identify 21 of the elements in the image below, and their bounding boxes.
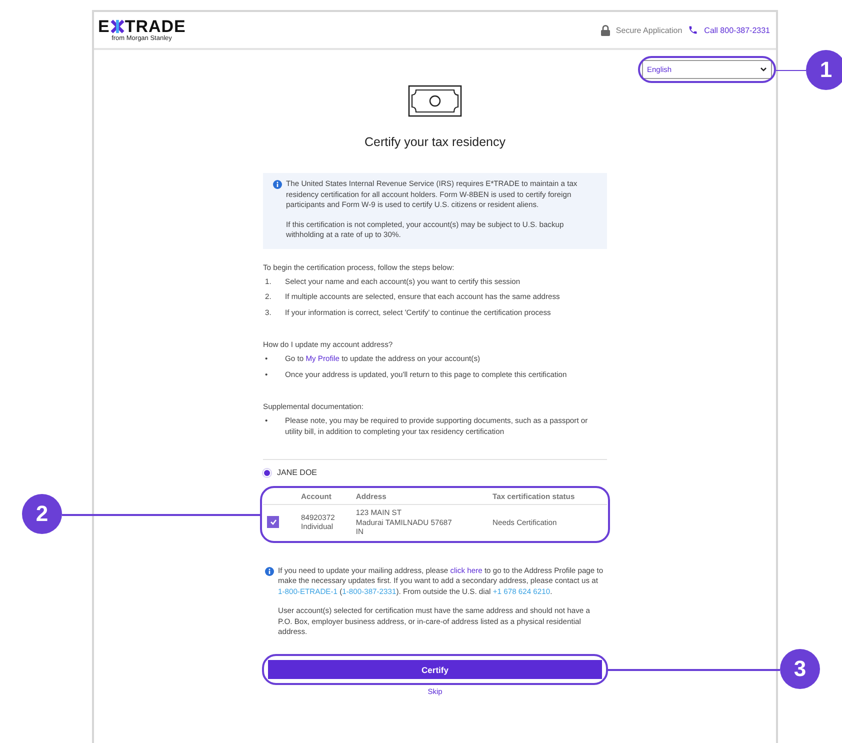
step-number-badge: 3 — [780, 649, 820, 690]
info-icon — [273, 180, 282, 189]
page-title: Certify your tax residency — [363, 135, 507, 149]
leader-line — [776, 70, 806, 71]
checkmark-icon — [270, 519, 276, 526]
step-number-badge: 2 — [22, 494, 62, 534]
banknote-icon — [408, 85, 462, 117]
radio-button[interactable] — [263, 468, 271, 476]
call-link[interactable]: Call 800-387-2331 — [704, 26, 770, 34]
logo-text: TRADE — [124, 18, 186, 35]
account-holder-name: JANE DOE — [277, 468, 318, 477]
info-icon — [265, 566, 274, 576]
logo-text: E — [98, 18, 110, 35]
secure-label: Secure Application — [616, 26, 682, 34]
phone-icon — [688, 25, 698, 35]
chevron-down-icon — [760, 67, 767, 72]
step-number-badge: 1 — [806, 50, 842, 90]
account-checkbox[interactable] — [267, 516, 279, 528]
certify-button[interactable]: Certify — [268, 660, 602, 679]
star-logo-icon — [110, 19, 125, 34]
lock-icon — [600, 24, 610, 36]
